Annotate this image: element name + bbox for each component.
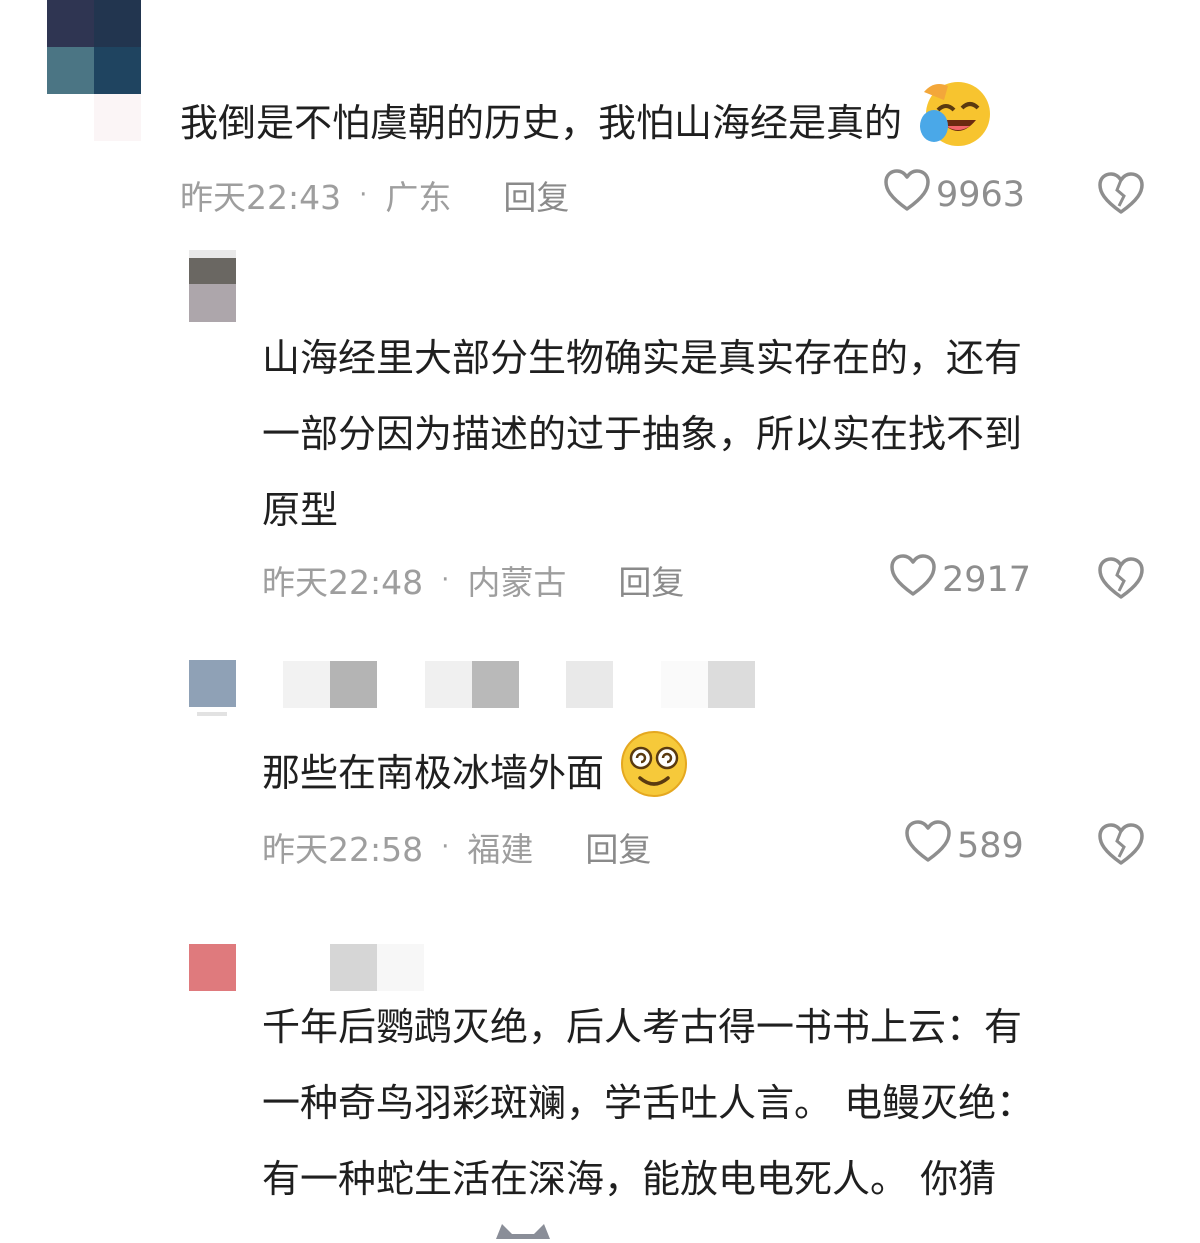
comment-meta: 昨天22:58 · 福建 回复 [262, 824, 651, 870]
dislike-button[interactable] [1098, 557, 1144, 605]
dislike-button[interactable] [1098, 172, 1144, 220]
username-blurred[interactable] [283, 661, 755, 708]
like-count: 2917 [942, 560, 1032, 600]
broken-heart-icon [1098, 557, 1144, 605]
comment-text-line: 我倒是不怕虞朝的历史，我怕山海经是真的 [180, 101, 903, 145]
comment-meta: 昨天22:48 · 内蒙古 回复 [262, 557, 684, 603]
comment-location: 广东 [385, 178, 452, 217]
laughing-crying-emoji [916, 78, 994, 173]
comment-text: 千年后鹦鹉灭绝，后人考古得一书书上云：有 一种奇鸟羽彩斑斓，学舌吐人言。 电鳗灭… [262, 989, 1034, 1217]
reply-button[interactable]: 回复 [618, 556, 684, 604]
like-button[interactable]: 589 [905, 819, 1024, 873]
reply-button[interactable]: 回复 [503, 171, 569, 219]
broken-heart-icon [1098, 823, 1144, 871]
username-blurred[interactable] [330, 944, 424, 991]
username-blurred[interactable] [94, 94, 141, 141]
comment-text-line: 一种奇鸟羽彩斑斓，学舌吐人言。 电鳗灭绝： [262, 1081, 1035, 1125]
comment-text-line: 一部分因为描述的过于抽象，所以实在找不到 [262, 412, 1023, 456]
separator-dot: · [441, 565, 450, 595]
heart-outline-icon [905, 819, 957, 873]
comment-meta: 昨天22:43 · 广东 回复 [180, 172, 569, 218]
dizzy-smile-emoji [616, 728, 692, 823]
comment-text-line: 山海经里大部分生物确实是真实存在的，还有 [262, 336, 1023, 380]
avatar[interactable] [47, 0, 141, 94]
like-count: 9963 [936, 175, 1026, 215]
dislike-button[interactable] [1098, 823, 1144, 871]
comment-text: 我倒是不怕虞朝的历史，我怕山海经是真的 [180, 78, 994, 173]
comment-text-line: 那些在南极冰墙外面 [262, 751, 605, 795]
reply-button[interactable]: 回复 [585, 823, 651, 871]
avatar[interactable] [189, 250, 236, 322]
heart-outline-icon [890, 553, 942, 607]
heart-outline-icon [884, 168, 936, 222]
comment-time: 昨天22:58 [262, 830, 424, 869]
cat-emoji-partial [492, 1222, 554, 1243]
separator-dot: · [359, 180, 368, 210]
avatar[interactable] [189, 944, 236, 991]
avatar[interactable] [189, 660, 236, 720]
broken-heart-icon [1098, 172, 1144, 220]
comment-text-line: 原型 [262, 488, 339, 532]
comment-time: 昨天22:43 [180, 178, 342, 217]
like-button[interactable]: 9963 [884, 168, 1026, 222]
comment-text-line: 千年后鹦鹉灭绝，后人考古得一书书上云：有 [262, 1005, 1023, 1049]
comment-time: 昨天22:48 [262, 563, 424, 602]
like-button[interactable]: 2917 [890, 553, 1032, 607]
comment-location: 内蒙古 [467, 563, 567, 602]
like-count: 589 [957, 826, 1024, 866]
comment-text: 那些在南极冰墙外面 [262, 728, 692, 823]
comment-location: 福建 [467, 830, 534, 869]
comment-text-line: 有一种蛇生活在深海，能放电电死人。 你猜 [262, 1157, 997, 1201]
separator-dot: · [441, 832, 450, 862]
comment-text: 山海经里大部分生物确实是真实存在的，还有 一部分因为描述的过于抽象，所以实在找不… [262, 320, 1022, 548]
